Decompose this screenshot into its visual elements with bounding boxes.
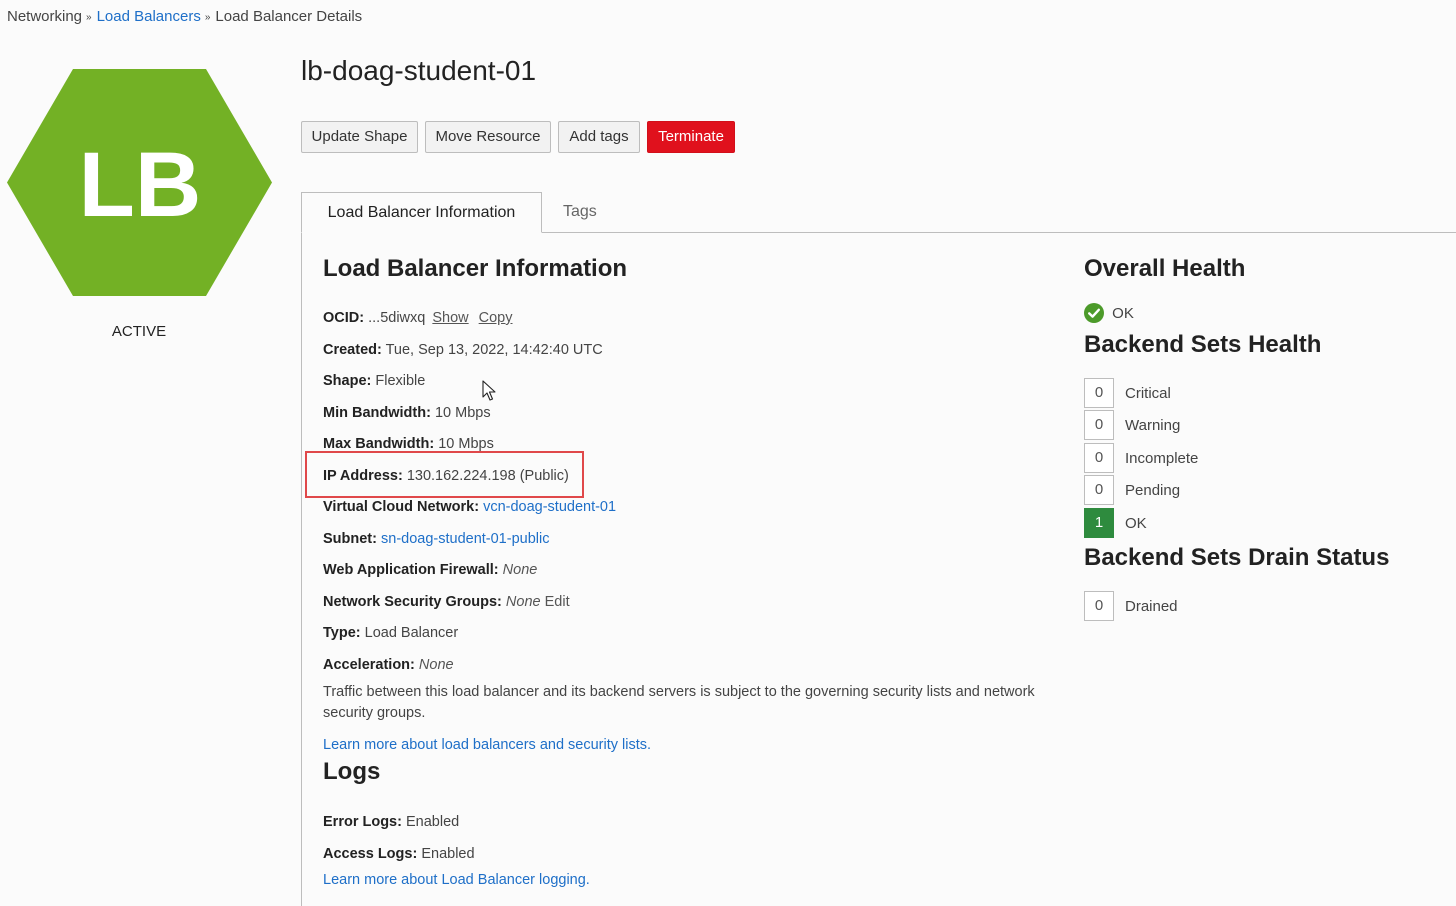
ocid-value: ...5diwxq (368, 310, 426, 326)
breadcrumb-separator-icon: » (204, 12, 211, 23)
subnet-link[interactable]: sn-doag-student-01-public (381, 531, 549, 547)
acceleration-label: Acceleration: (323, 657, 415, 673)
add-tags-button[interactable]: Add tags (558, 121, 640, 153)
health-ok[interactable]: 1 OK (1084, 508, 1147, 538)
breadcrumb-networking: Networking (7, 8, 83, 25)
waf-label: Web Application Firewall: (323, 562, 499, 578)
page-title: lb-doag-student-01 (301, 55, 537, 86)
health-critical[interactable]: 0 Critical (1084, 378, 1171, 408)
health-incomplete[interactable]: 0 Incomplete (1084, 443, 1198, 473)
logs-heading: Logs (323, 758, 381, 785)
info-heading: Load Balancer Information (323, 255, 628, 282)
access-logs-row: Access Logs: Enabled (323, 846, 475, 862)
load-balancer-hexagon-icon: LB (7, 69, 272, 296)
vcn-link[interactable]: vcn-doag-student-01 (483, 499, 616, 515)
subnet-row: Subnet: sn-doag-student-01-public (323, 531, 549, 547)
count-badge: 0 (1084, 475, 1114, 505)
count-badge: 1 (1084, 508, 1114, 538)
type-label: Type: (323, 625, 361, 641)
overall-health-heading: Overall Health (1084, 255, 1246, 282)
overall-health-status: OK (1084, 303, 1134, 323)
type-row: Type: Load Balancer (323, 625, 458, 641)
terminate-button[interactable]: Terminate (647, 121, 735, 153)
nsg-label: Network Security Groups: (323, 594, 502, 610)
health-critical-label: Critical (1125, 384, 1171, 402)
access-logs-value: Enabled (421, 846, 475, 862)
breadcrumb-current: Load Balancer Details (215, 8, 363, 25)
nsg-edit-link[interactable]: Edit (545, 594, 570, 610)
max-bandwidth-row: Max Bandwidth: 10 Mbps (323, 436, 494, 452)
nsg-value: None (505, 594, 541, 610)
ocid-copy-link[interactable]: Copy (479, 310, 513, 326)
drain-status-heading: Backend Sets Drain Status (1084, 544, 1390, 571)
overall-health-label: OK (1112, 304, 1134, 322)
error-logs-row: Error Logs: Enabled (323, 814, 459, 830)
type-value: Load Balancer (364, 625, 459, 641)
error-logs-label: Error Logs: (323, 814, 402, 830)
acceleration-value: None (418, 657, 454, 673)
health-warning-label: Warning (1125, 416, 1181, 434)
count-badge: 0 (1084, 410, 1114, 440)
ip-address-highlight-box (305, 451, 584, 498)
health-ok-label: OK (1125, 514, 1147, 532)
breadcrumb-separator-icon: » (86, 12, 92, 23)
min-bandwidth-row: Min Bandwidth: 10 Mbps (323, 405, 491, 421)
access-logs-label: Access Logs: (323, 846, 418, 862)
count-badge: 0 (1084, 443, 1114, 473)
max-bandwidth-value: 10 Mbps (438, 436, 494, 452)
nsg-row: Network Security Groups: None Edit (323, 594, 570, 610)
tab-load-balancer-information[interactable]: Load Balancer Information (301, 192, 542, 233)
breadcrumb-load-balancers-link[interactable]: Load Balancers (97, 8, 201, 25)
waf-row: Web Application Firewall: None (323, 562, 537, 578)
vcn-row: Virtual Cloud Network: vcn-doag-student-… (323, 499, 616, 515)
tab-tags[interactable]: Tags (563, 192, 597, 233)
min-bandwidth-value: 10 Mbps (434, 405, 491, 421)
created-value: Tue, Sep 13, 2022, 14:42:40 UTC (385, 342, 603, 358)
ocid-row: OCID: ...5diwxq Show Copy (323, 310, 513, 326)
count-badge: 0 (1084, 378, 1114, 408)
ocid-show-link[interactable]: Show (432, 310, 468, 326)
status-label: ACTIVE (111, 323, 167, 340)
hexagon-label: LB (79, 134, 202, 236)
backend-sets-health-heading: Backend Sets Health (1084, 331, 1322, 358)
health-warning[interactable]: 0 Warning (1084, 410, 1180, 440)
learn-more-security-link[interactable]: Learn more about load balancers and secu… (323, 737, 651, 753)
content-left-border (301, 232, 302, 906)
min-bandwidth-label: Min Bandwidth: (323, 405, 431, 421)
breadcrumb: Networking» Load Balancers» Load Balancer … (7, 8, 362, 25)
shape-row: Shape: Flexible (323, 373, 425, 389)
health-pending[interactable]: 0 Pending (1084, 475, 1180, 505)
health-pending-label: Pending (1125, 481, 1181, 499)
drain-drained[interactable]: 0 Drained (1084, 591, 1178, 621)
update-shape-button[interactable]: Update Shape (301, 121, 418, 153)
error-logs-value: Enabled (405, 814, 460, 830)
created-label: Created: (323, 342, 382, 358)
count-badge: 0 (1084, 591, 1114, 621)
shape-label: Shape: (323, 373, 372, 389)
created-row: Created: Tue, Sep 13, 2022, 14:42:40 UTC (323, 342, 603, 358)
mouse-cursor-icon (482, 380, 496, 401)
ocid-label: OCID: (323, 310, 365, 326)
health-incomplete-label: Incomplete (1125, 449, 1199, 467)
check-circle-icon (1084, 303, 1104, 323)
subnet-label: Subnet: (323, 531, 377, 547)
max-bandwidth-label: Max Bandwidth: (323, 436, 435, 452)
vcn-label: Virtual Cloud Network: (323, 499, 480, 515)
acceleration-row: Acceleration: None (323, 657, 454, 673)
security-note: Traffic between this load balancer and i… (323, 684, 1035, 721)
drained-label: Drained (1125, 597, 1178, 615)
waf-value: None (502, 562, 538, 578)
move-resource-button[interactable]: Move Resource (425, 121, 551, 153)
shape-value: Flexible (375, 373, 426, 389)
learn-more-logging-link[interactable]: Learn more about Load Balancer logging. (323, 872, 590, 888)
